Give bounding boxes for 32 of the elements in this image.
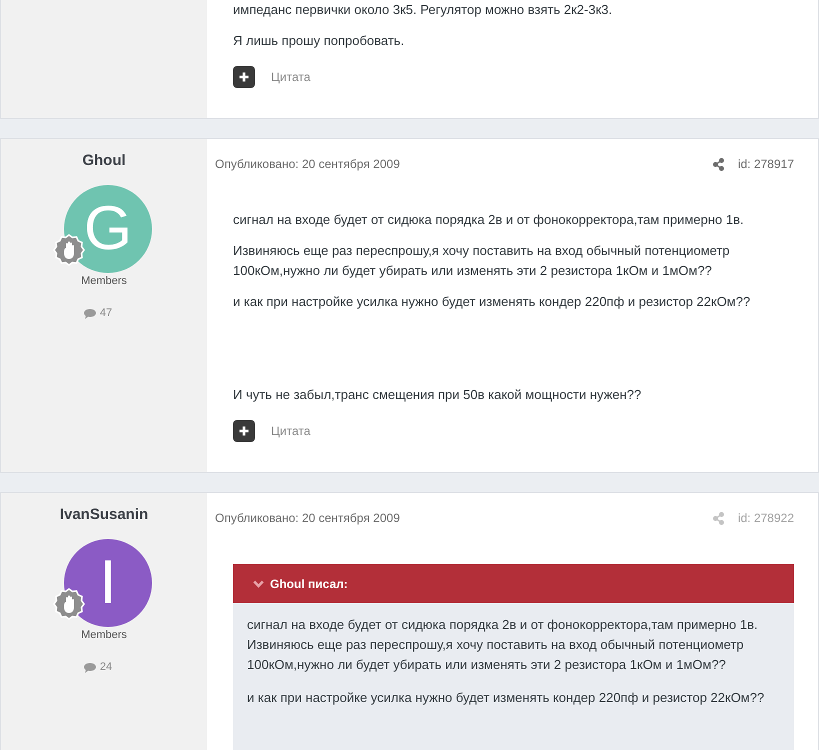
post-text: И чуть не забыл,транс смещения при 50в какой мощности нужен??	[233, 386, 642, 404]
post-text: импеданс первички около 3к5. Регулятор можно взять 2к2-3к3.	[233, 1, 614, 19]
author-name-link[interactable]: Ghoul	[82, 152, 126, 170]
post-text: и как при настройке усилка нужно будет изменять кондер 220пф и резистор 22кОм??	[233, 293, 752, 311]
member-group: Members	[81, 275, 127, 288]
quote-link[interactable]: Цитата	[271, 70, 310, 84]
quote-text: и как при настройке усилка нужно будет изменять кондер 220пф и резистор 22кОм??	[247, 689, 766, 707]
plus-icon	[239, 72, 249, 82]
published-date: Опубликовано: 20 сентября 2009	[215, 157, 401, 171]
post-id: id: 278922	[738, 511, 794, 525]
post-text: Извиняюсь еще раз переспрошу,я хочу поставить на вход обычный потенциометр 100кОм,нужно ли будет убирать или изменять эти 2 резистора 1кОм и 1мОм??	[233, 242, 731, 280]
author-name-link[interactable]: IvanSusanin	[60, 506, 148, 524]
member-group: Members	[81, 629, 127, 642]
chevron-down-icon	[253, 580, 264, 588]
post-text: сигнал на входе будет от сидюка порядка 2в и от фонокорректора,там примерно 1в.	[233, 211, 745, 229]
published-date: Опубликовано: 20 сентября 2009	[215, 511, 401, 525]
post-id: id: 278917	[738, 157, 794, 171]
post-text: Я лишь прошу попробовать.	[233, 32, 406, 50]
multiquote-button[interactable]	[233, 420, 255, 442]
plus-icon	[239, 426, 249, 436]
post-count: 24	[100, 661, 112, 674]
quote-text: сигнал на входе будет от сидюка порядка 2в и от фонокорректора,там примерно 1в. Извиняюсь еще раз переспрошу,я хочу поставить на вход обычный потенциометр 100кОм,нужно ли будет убирать или изменять эти 2 резистора 1кОм и 1мОм??	[247, 616, 759, 674]
letter-avatar[interactable]: I	[64, 539, 152, 627]
comment-icon	[84, 308, 96, 318]
hand-badge-icon	[53, 588, 85, 620]
hand-badge-icon	[53, 234, 85, 266]
share-icon[interactable]	[712, 158, 724, 170]
quote-author-label: Ghoul писал:	[270, 576, 348, 590]
quote-link[interactable]: Цитата	[271, 424, 310, 438]
multiquote-button[interactable]	[233, 66, 255, 88]
comment-icon	[84, 662, 96, 672]
post-count: 47	[100, 307, 112, 320]
